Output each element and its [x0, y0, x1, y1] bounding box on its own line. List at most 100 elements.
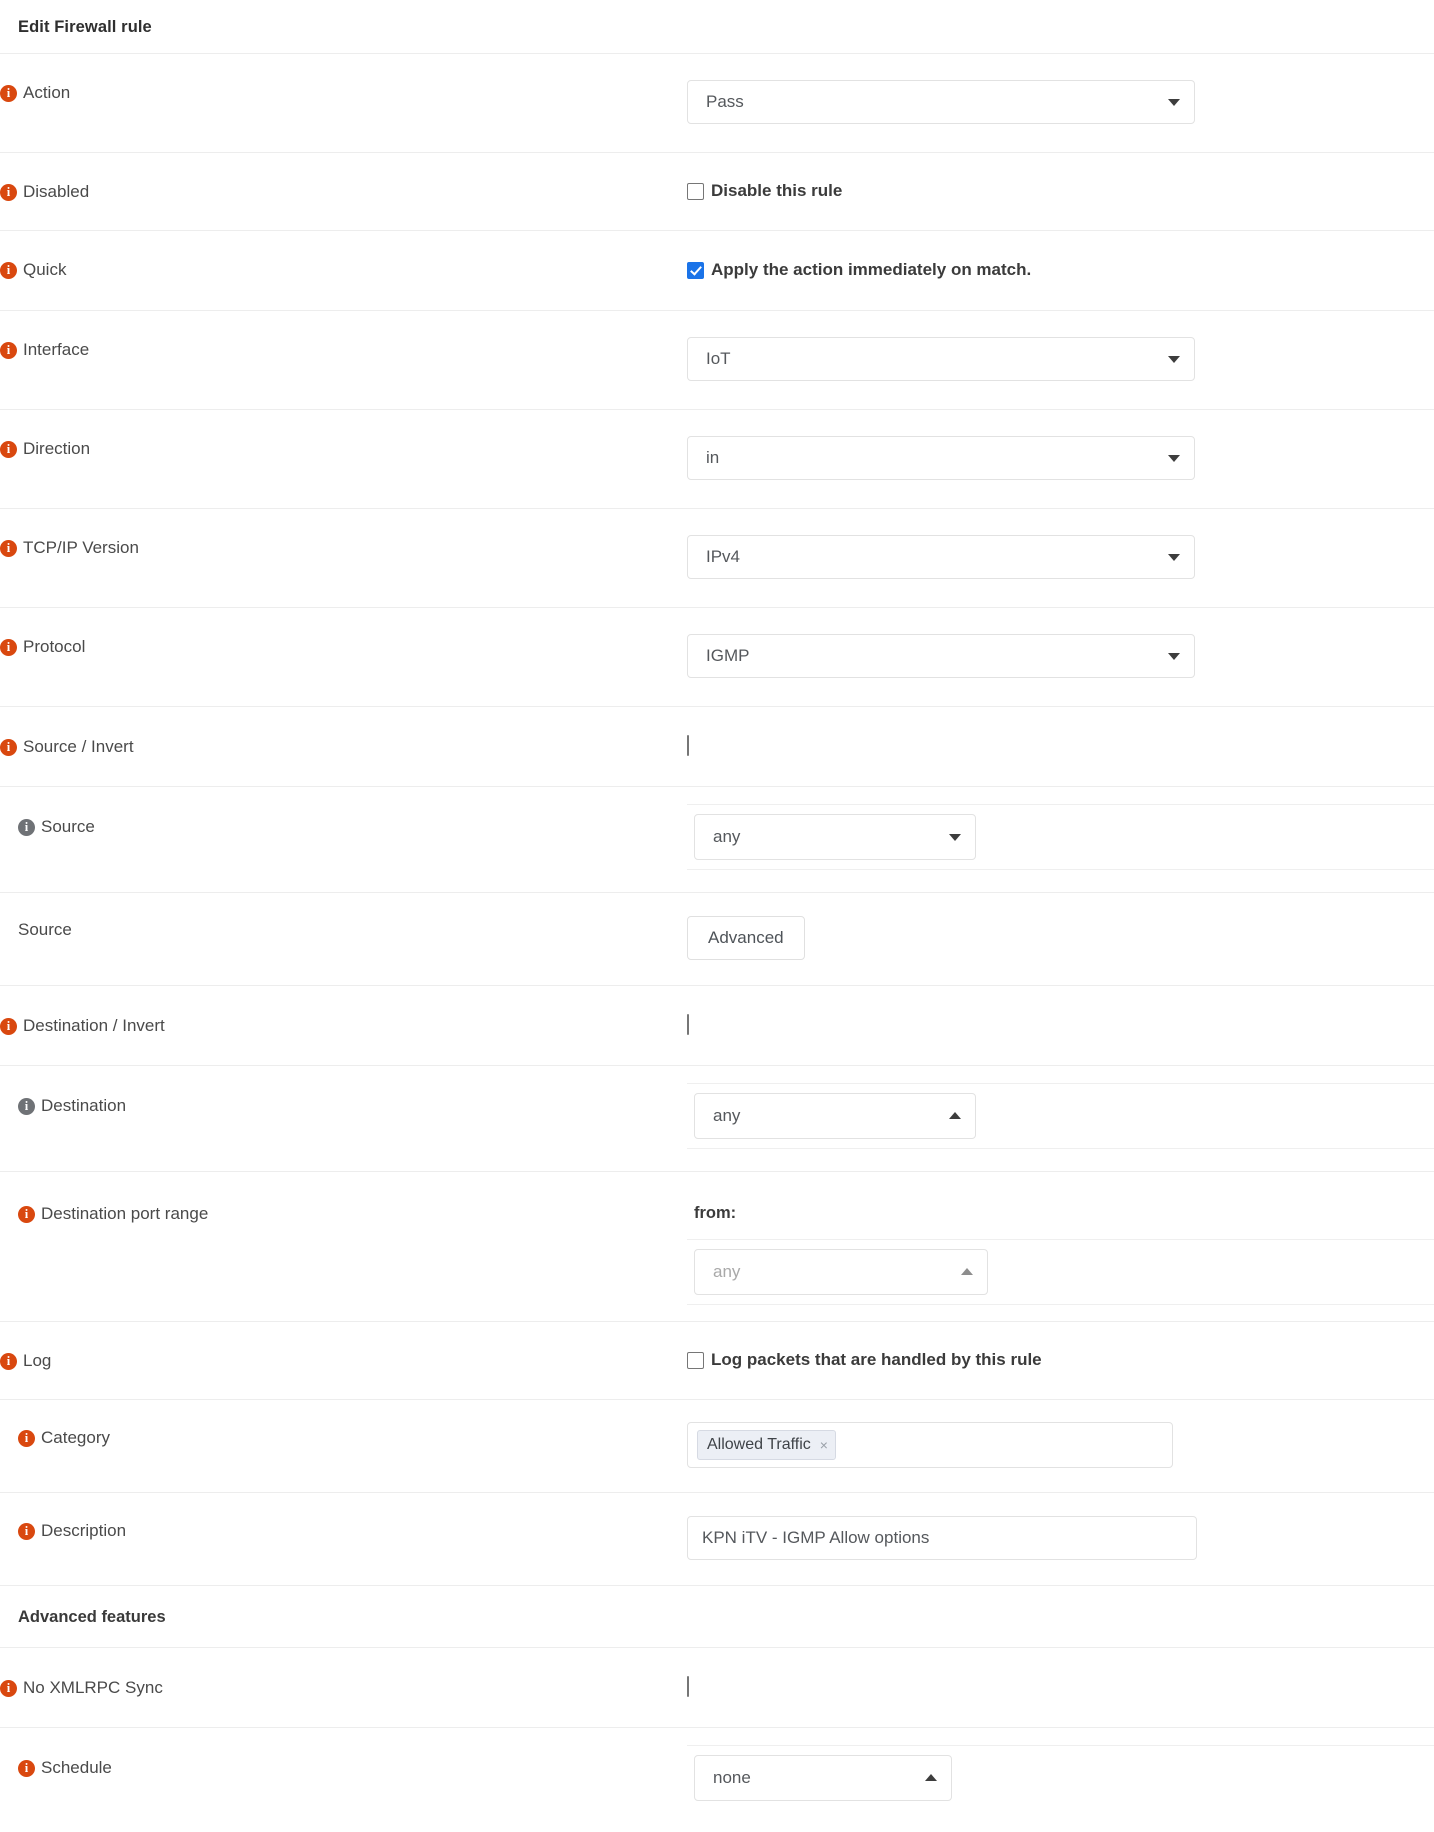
quick-checkbox[interactable]	[687, 261, 704, 279]
chevron-down-icon	[1168, 99, 1180, 106]
form-row-destination-port-range: i Destination port range from: any	[0, 1171, 1434, 1321]
field-cell-no-xmlrpc-sync	[687, 1648, 1434, 1727]
port-range-from-select[interactable]: any	[694, 1249, 988, 1295]
field-cell-interface: IoT	[687, 311, 1434, 409]
form-row-description: i Description	[0, 1492, 1434, 1585]
category-tag-input[interactable]: Allowed Traffic ×	[687, 1422, 1173, 1468]
label-no-xmlrpc-sync: No XMLRPC Sync	[23, 1678, 163, 1697]
quick-checkbox-label[interactable]: Apply the action immediately on match.	[711, 260, 1031, 280]
info-icon[interactable]: i	[0, 441, 17, 458]
label-direction: Direction	[23, 439, 91, 458]
disable-rule-checkbox-line: Disable this rule	[687, 181, 1434, 201]
field-cell-destination-port-range: from: any	[687, 1172, 1434, 1321]
quick-checkbox-line: Apply the action immediately on match.	[687, 260, 1434, 280]
chevron-down-icon	[1168, 554, 1180, 561]
description-input[interactable]	[687, 1516, 1197, 1560]
label-destination-port-range: Destination port range	[41, 1204, 209, 1223]
form-row-source-advanced: Source Advanced	[0, 892, 1434, 985]
label-schedule: Schedule	[41, 1758, 112, 1777]
info-icon[interactable]: i	[18, 1430, 35, 1447]
log-checkbox-line: Log packets that are handled by this rul…	[687, 1350, 1434, 1370]
schedule-select-value: none	[713, 1768, 751, 1787]
label-source-invert: Source / Invert	[23, 737, 134, 756]
log-packets-checkbox[interactable]	[687, 1351, 704, 1369]
direction-select-value: in	[706, 448, 720, 467]
form-row-no-xmlrpc-sync: i No XMLRPC Sync	[0, 1647, 1434, 1727]
interface-select[interactable]: IoT	[687, 337, 1195, 381]
close-icon[interactable]: ×	[820, 1438, 828, 1452]
field-cell-tcpip-version: IPv4	[687, 509, 1434, 607]
disable-rule-checkbox[interactable]	[687, 182, 704, 200]
label-cell-destination-port-range: i Destination port range	[0, 1172, 687, 1224]
direction-select[interactable]: in	[687, 436, 1195, 480]
form-row-interface: i Interface IoT	[0, 310, 1434, 409]
no-xmlrpc-sync-checkbox[interactable]	[687, 1676, 689, 1697]
port-range-from-value: any	[713, 1262, 741, 1281]
info-icon[interactable]: i	[0, 184, 17, 201]
label-log: Log	[23, 1351, 52, 1370]
info-icon[interactable]: i	[0, 1680, 17, 1697]
field-cell-quick: Apply the action immediately on match.	[687, 231, 1434, 310]
form-row-destination-invert: i Destination / Invert	[0, 985, 1434, 1065]
info-icon[interactable]: i	[0, 639, 17, 656]
label-cell-direction: i Direction	[0, 410, 687, 459]
info-icon[interactable]: i	[18, 1523, 35, 1540]
info-icon[interactable]: i	[18, 819, 35, 836]
label-cell-interface: i Interface	[0, 311, 687, 360]
form-row-source: i Source any	[0, 786, 1434, 892]
info-icon[interactable]: i	[0, 85, 17, 102]
label-cell-destination-invert: i Destination / Invert	[0, 986, 687, 1036]
form-row-direction: i Direction in	[0, 409, 1434, 508]
label-cell-log: i Log	[0, 1322, 687, 1371]
field-cell-log: Log packets that are handled by this rul…	[687, 1322, 1434, 1399]
info-icon[interactable]: i	[0, 1018, 17, 1035]
label-cell-action: i Action	[0, 54, 687, 103]
disable-rule-checkbox-label[interactable]: Disable this rule	[711, 181, 842, 201]
form-row-quick: i Quick Apply the action immediately on …	[0, 230, 1434, 310]
label-cell-category: i Category	[0, 1400, 687, 1448]
field-cell-category: Allowed Traffic ×	[687, 1400, 1434, 1492]
edit-firewall-rule-form: Edit Firewall rule i Action Pass i Disab…	[0, 0, 1434, 1832]
label-protocol: Protocol	[23, 637, 86, 656]
label-destination: Destination	[41, 1096, 127, 1115]
form-row-tcpip-version: i TCP/IP Version IPv4	[0, 508, 1434, 607]
source-select[interactable]: any	[694, 814, 976, 860]
source-invert-checkbox[interactable]	[687, 735, 689, 756]
info-icon[interactable]: i	[18, 1206, 35, 1223]
chevron-down-icon	[1168, 653, 1180, 660]
action-select[interactable]: Pass	[687, 80, 1195, 124]
info-icon[interactable]: i	[0, 1353, 17, 1370]
protocol-select-value: IGMP	[706, 646, 750, 665]
protocol-select[interactable]: IGMP	[687, 634, 1195, 678]
label-cell-schedule: i Schedule	[0, 1728, 687, 1778]
destination-select[interactable]: any	[694, 1093, 976, 1139]
tcpip-version-select[interactable]: IPv4	[687, 535, 1195, 579]
info-icon[interactable]: i	[0, 739, 17, 756]
source-select-container: any	[687, 804, 1434, 870]
label-description: Description	[41, 1521, 127, 1540]
info-icon[interactable]: i	[0, 342, 17, 359]
form-row-protocol: i Protocol IGMP	[0, 607, 1434, 706]
schedule-select[interactable]: none	[694, 1755, 952, 1801]
log-packets-checkbox-label[interactable]: Log packets that are handled by this rul…	[711, 1350, 1042, 1370]
destination-invert-checkbox[interactable]	[687, 1014, 689, 1035]
chevron-up-icon	[961, 1268, 973, 1275]
label-cell-destination: i Destination	[0, 1066, 687, 1116]
label-cell-source: i Source	[0, 787, 687, 837]
info-icon[interactable]: i	[18, 1760, 35, 1777]
form-row-disabled: i Disabled Disable this rule	[0, 152, 1434, 230]
label-quick: Quick	[23, 260, 67, 279]
info-icon[interactable]: i	[0, 540, 17, 557]
label-source: Source	[41, 817, 95, 836]
field-cell-destination-invert	[687, 986, 1434, 1065]
label-source-advanced: Source	[18, 920, 72, 939]
label-cell-protocol: i Protocol	[0, 608, 687, 657]
category-tag-label: Allowed Traffic	[707, 1436, 811, 1453]
label-action: Action	[23, 83, 71, 102]
info-icon[interactable]: i	[0, 262, 17, 279]
destination-select-value: any	[713, 1106, 741, 1125]
source-select-value: any	[713, 827, 741, 846]
info-icon[interactable]: i	[18, 1098, 35, 1115]
label-cell-tcpip-version: i TCP/IP Version	[0, 509, 687, 558]
source-advanced-button[interactable]: Advanced	[687, 916, 805, 960]
